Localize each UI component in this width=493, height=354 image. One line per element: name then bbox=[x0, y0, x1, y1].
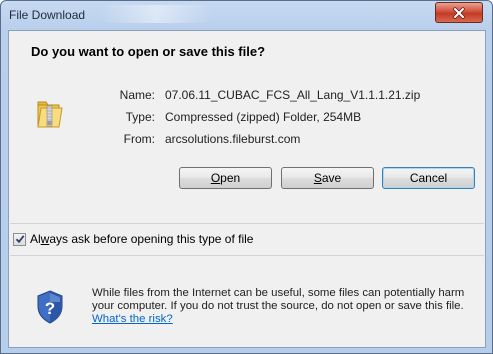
security-warning: While files from the Internet can be use… bbox=[92, 287, 480, 326]
check-icon bbox=[15, 235, 24, 244]
open-button-label: pen bbox=[220, 171, 241, 185]
close-button[interactable] bbox=[435, 2, 483, 23]
security-warning-text: While files from the Internet can be use… bbox=[92, 287, 465, 312]
file-type-label: Type: bbox=[125, 110, 155, 124]
file-name-label: Name: bbox=[119, 88, 155, 102]
open-button-mnemonic: O bbox=[210, 171, 221, 185]
zip-folder-icon bbox=[37, 101, 63, 128]
file-download-window: File Download Do you want to open or sav… bbox=[0, 0, 493, 354]
save-button-label: ave bbox=[321, 171, 342, 185]
always-ask-label-end: ays ask before opening this type of file bbox=[49, 232, 254, 246]
divider bbox=[10, 255, 484, 256]
save-button[interactable]: Save bbox=[281, 167, 374, 189]
title-bar[interactable]: File Download bbox=[1, 1, 492, 29]
svg-text:?: ? bbox=[45, 299, 55, 318]
divider bbox=[10, 223, 484, 224]
file-type-value: Compressed (zipped) Folder, 254MB bbox=[165, 110, 362, 124]
cancel-button[interactable]: Cancel bbox=[382, 167, 475, 189]
open-button[interactable]: Open bbox=[179, 167, 272, 189]
always-ask-checkbox[interactable] bbox=[13, 232, 26, 246]
file-source-value: arcsolutions.fileburst.com bbox=[165, 132, 301, 146]
dialog-prompt: Do you want to open or save this file? bbox=[31, 44, 266, 59]
file-name-value: 07.06.11_CUBAC_FCS_All_Lang_V1.1.1.21.zi… bbox=[165, 88, 421, 102]
always-ask-label: Always ask before opening this type of f… bbox=[30, 232, 253, 246]
file-source-label: From: bbox=[123, 132, 155, 146]
security-shield-icon: ? bbox=[37, 290, 63, 324]
save-button-mnemonic: S bbox=[313, 171, 322, 185]
always-ask-option[interactable]: Always ask before opening this type of f… bbox=[13, 232, 253, 246]
whats-the-risk-link[interactable]: What's the risk? bbox=[92, 313, 173, 325]
title-bar-ghost bbox=[101, 5, 211, 23]
dialog-body: Do you want to open or save this file? N… bbox=[8, 30, 486, 348]
close-icon bbox=[453, 6, 465, 19]
window-title: File Download bbox=[9, 8, 86, 22]
always-ask-label-start: Al bbox=[30, 232, 41, 246]
